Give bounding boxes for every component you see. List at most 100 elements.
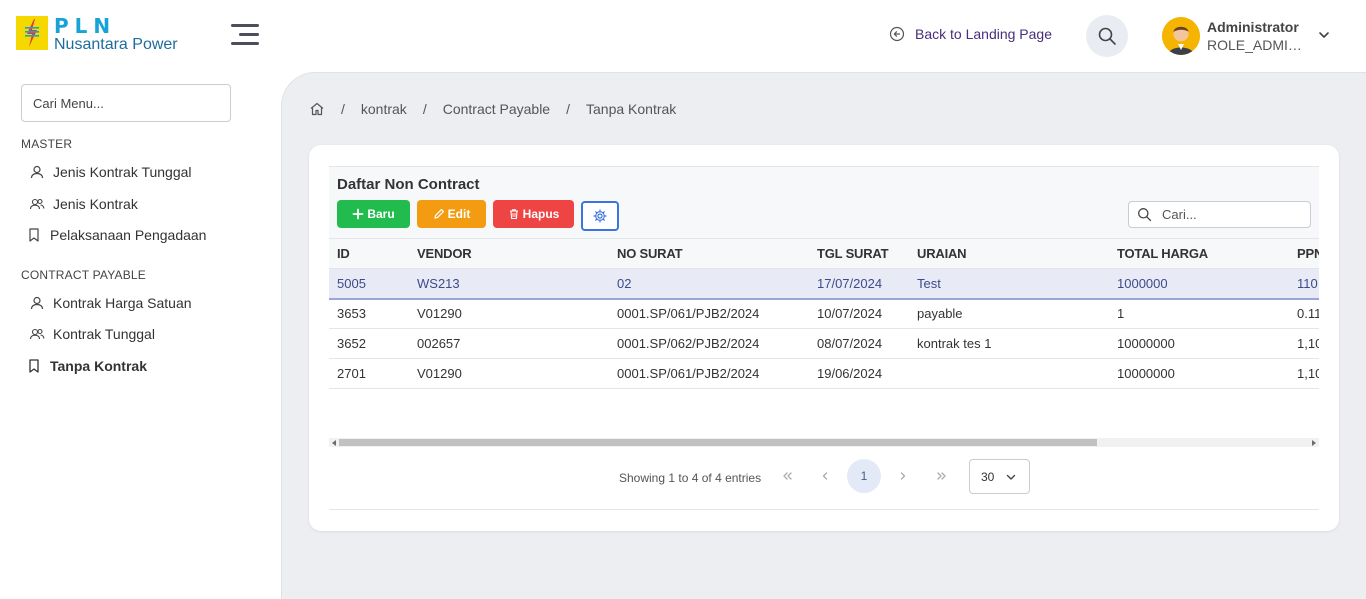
rows-per-page-select[interactable]: 30 [969, 459, 1030, 494]
next-page-button[interactable] [886, 459, 920, 493]
chevron-down-icon [1006, 474, 1016, 480]
table-card: Daftar Non Contract Baru Edit Hapus Cari… [309, 145, 1339, 531]
table-row[interactable]: 3652 002657 0001.SP/062/PJB2/2024 08/07/… [329, 328, 1319, 359]
section-title-contract-payable: CONTRACT PAYABLE [21, 268, 147, 282]
search-icon [1138, 208, 1152, 222]
back-link-label: Back to Landing Page [915, 26, 1052, 42]
main-content: / kontrak / Contract Payable / Tanpa Kon… [281, 72, 1366, 599]
breadcrumb-item-current: Tanpa Kontrak [586, 101, 677, 117]
column-header-tgl-surat[interactable]: TGL SURAT [809, 238, 909, 269]
sidebar: MASTER Jenis Kontrak Tunggal Jenis Kontr… [0, 72, 281, 599]
table-row-selected[interactable]: 5005 WS213 02 17/07/2024 Test 1000000 11… [329, 268, 1319, 300]
app: PLN Nusantara Power Back to Landing Page [0, 0, 1366, 599]
cell-total-harga: 10000000 [1109, 358, 1289, 389]
sidebar-item-jenis-kontrak[interactable]: Jenis Kontrak [29, 196, 138, 212]
sidebar-item-label: Kontrak Tunggal [53, 326, 155, 342]
delete-button[interactable]: Hapus [493, 200, 574, 228]
sidebar-item-label: Kontrak Harga Satuan [53, 295, 192, 311]
top-header: PLN Nusantara Power Back to Landing Page [0, 0, 1366, 72]
new-button[interactable]: Baru [337, 200, 410, 228]
pln-logo-mark-icon [16, 16, 48, 50]
double-chevron-right-icon [937, 472, 946, 480]
bookmark-icon [29, 359, 39, 373]
page-button-current[interactable]: 1 [847, 459, 881, 493]
table-toolbar: Daftar Non Contract Baru Edit Hapus [329, 166, 1319, 238]
table-search-input[interactable] [1162, 207, 1302, 222]
non-contract-table: ID VENDOR NO SURAT TGL SURAT URAIAN TOTA… [329, 238, 1319, 389]
home-icon[interactable] [309, 101, 325, 117]
table-row[interactable]: 2701 V01290 0001.SP/061/PJB2/2024 19/06/… [329, 358, 1319, 389]
scroll-right-arrow-icon[interactable] [1312, 440, 1316, 446]
cell-no-surat: 02 [609, 268, 809, 300]
scroll-left-arrow-icon[interactable] [332, 440, 336, 446]
column-header-ppn[interactable]: PPN [1289, 238, 1319, 269]
breadcrumb-item-kontrak[interactable]: kontrak [361, 101, 407, 117]
sidebar-item-kontrak-tunggal[interactable]: Kontrak Tunggal [29, 326, 155, 342]
column-header-id[interactable]: ID [329, 238, 409, 269]
horizontal-scrollbar[interactable] [329, 438, 1319, 447]
breadcrumb-item-contract-payable[interactable]: Contract Payable [443, 101, 550, 117]
cell-ppn: 1,10 [1289, 358, 1319, 389]
cell-tgl-surat: 10/07/2024 [809, 298, 909, 329]
cell-uraian: kontrak tes 1 [909, 328, 1109, 359]
menu-search-input[interactable] [21, 84, 231, 122]
column-header-vendor[interactable]: VENDOR [409, 238, 609, 269]
cell-vendor: WS213 [409, 268, 609, 300]
cell-uraian: payable [909, 298, 1109, 329]
sidebar-item-label: Pelaksanaan Pengadaan [50, 227, 207, 243]
previous-page-button[interactable] [808, 459, 842, 493]
chevron-left-icon [822, 472, 828, 480]
chevron-right-icon [900, 472, 906, 480]
user-role: ROLE_ADMIN, ... [1207, 37, 1311, 53]
pln-logo[interactable]: PLN Nusantara Power [16, 16, 178, 53]
new-button-label: Baru [367, 207, 395, 221]
sidebar-toggle-menu-icon[interactable] [231, 23, 259, 47]
column-header-uraian[interactable]: URAIAN [909, 238, 1109, 269]
cell-ppn: 1,10 [1289, 328, 1319, 359]
cell-total-harga: 1 [1109, 298, 1289, 329]
cell-vendor: 002657 [409, 328, 609, 359]
table-row[interactable]: 3653 V01290 0001.SP/061/PJB2/2024 10/07/… [329, 298, 1319, 329]
user-name: Administrator [1207, 19, 1299, 35]
back-to-landing-link[interactable]: Back to Landing Page [889, 26, 1052, 42]
users-icon [29, 328, 45, 340]
pencil-icon [434, 209, 444, 219]
first-page-button[interactable] [770, 459, 804, 493]
table-settings-button[interactable] [581, 201, 619, 231]
cell-total-harga: 1000000 [1109, 268, 1289, 300]
plus-icon [352, 208, 364, 220]
sidebar-item-label: Tanpa Kontrak [50, 358, 147, 374]
delete-button-label: Hapus [522, 207, 560, 221]
last-page-button[interactable] [925, 459, 959, 493]
cell-id: 3653 [329, 298, 409, 329]
edit-button[interactable]: Edit [417, 200, 486, 228]
edit-button-label: Edit [447, 207, 471, 221]
cell-vendor: V01290 [409, 358, 609, 389]
rows-per-page-value: 30 [981, 469, 995, 484]
scrollbar-thumb[interactable] [339, 439, 1097, 446]
breadcrumb: / kontrak / Contract Payable / Tanpa Kon… [309, 101, 676, 117]
sidebar-item-jenis-kontrak-tunggal[interactable]: Jenis Kontrak Tunggal [29, 164, 192, 180]
cell-id: 5005 [329, 268, 409, 300]
cell-ppn: 110 [1289, 268, 1319, 300]
global-search-button[interactable] [1086, 15, 1128, 57]
cell-uraian: Test [909, 268, 1109, 300]
sidebar-item-kontrak-harga-satuan[interactable]: Kontrak Harga Satuan [29, 295, 192, 311]
cell-tgl-surat: 08/07/2024 [809, 328, 909, 359]
table-title: Daftar Non Contract [337, 176, 480, 193]
trash-icon [509, 209, 518, 220]
sidebar-item-tanpa-kontrak[interactable]: Tanpa Kontrak [26, 358, 147, 374]
sidebar-item-pelaksanaan-pengadaan[interactable]: Pelaksanaan Pengadaan [26, 227, 206, 243]
cell-id: 3652 [329, 328, 409, 359]
cell-vendor: V01290 [409, 298, 609, 329]
column-header-no-surat[interactable]: NO SURAT [609, 238, 809, 269]
logo-subtitle: Nusantara Power [54, 36, 178, 53]
gear-icon [593, 209, 607, 223]
user-avatar[interactable] [1162, 17, 1200, 55]
sidebar-item-label: Jenis Kontrak Tunggal [53, 164, 192, 180]
chevron-down-icon[interactable] [1317, 28, 1331, 42]
column-header-total-harga[interactable]: TOTAL HARGA [1109, 238, 1289, 269]
cell-uraian [909, 358, 1109, 389]
table-search-box[interactable] [1128, 201, 1311, 228]
cell-no-surat: 0001.SP/062/PJB2/2024 [609, 328, 809, 359]
